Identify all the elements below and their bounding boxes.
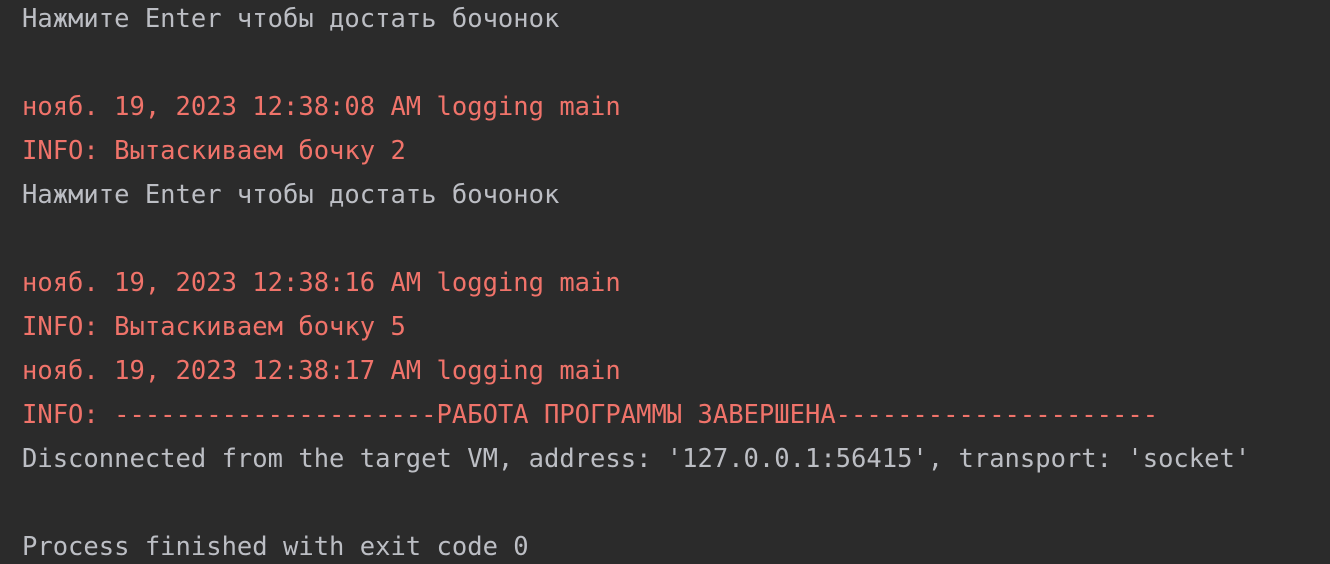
console-line-log-info: INFO: Вытаскиваем бочку 2 — [22, 136, 406, 166]
console-line-prompt: Нажмите Enter чтобы достать бочонок — [22, 180, 560, 210]
console-output: Нажмите Enter чтобы достать бочонок нояб… — [0, 0, 1330, 564]
console-line-log-info: INFO: ---------------------РАБОТА ПРОГРА… — [22, 400, 1159, 430]
console-line-exit-status: Process finished with exit code 0 — [22, 532, 529, 562]
console-line-prompt: Нажмите Enter чтобы достать бочонок — [22, 4, 560, 34]
console-line-log-header: нояб. 19, 2023 12:38:17 AM logging main — [22, 356, 621, 386]
console-line-log-header: нояб. 19, 2023 12:38:08 AM logging main — [22, 92, 621, 122]
console-line-disconnected: Disconnected from the target VM, address… — [22, 444, 1251, 474]
console-line-log-header: нояб. 19, 2023 12:38:16 AM logging main — [22, 268, 621, 298]
console-line-log-info: INFO: Вытаскиваем бочку 5 — [22, 312, 406, 342]
